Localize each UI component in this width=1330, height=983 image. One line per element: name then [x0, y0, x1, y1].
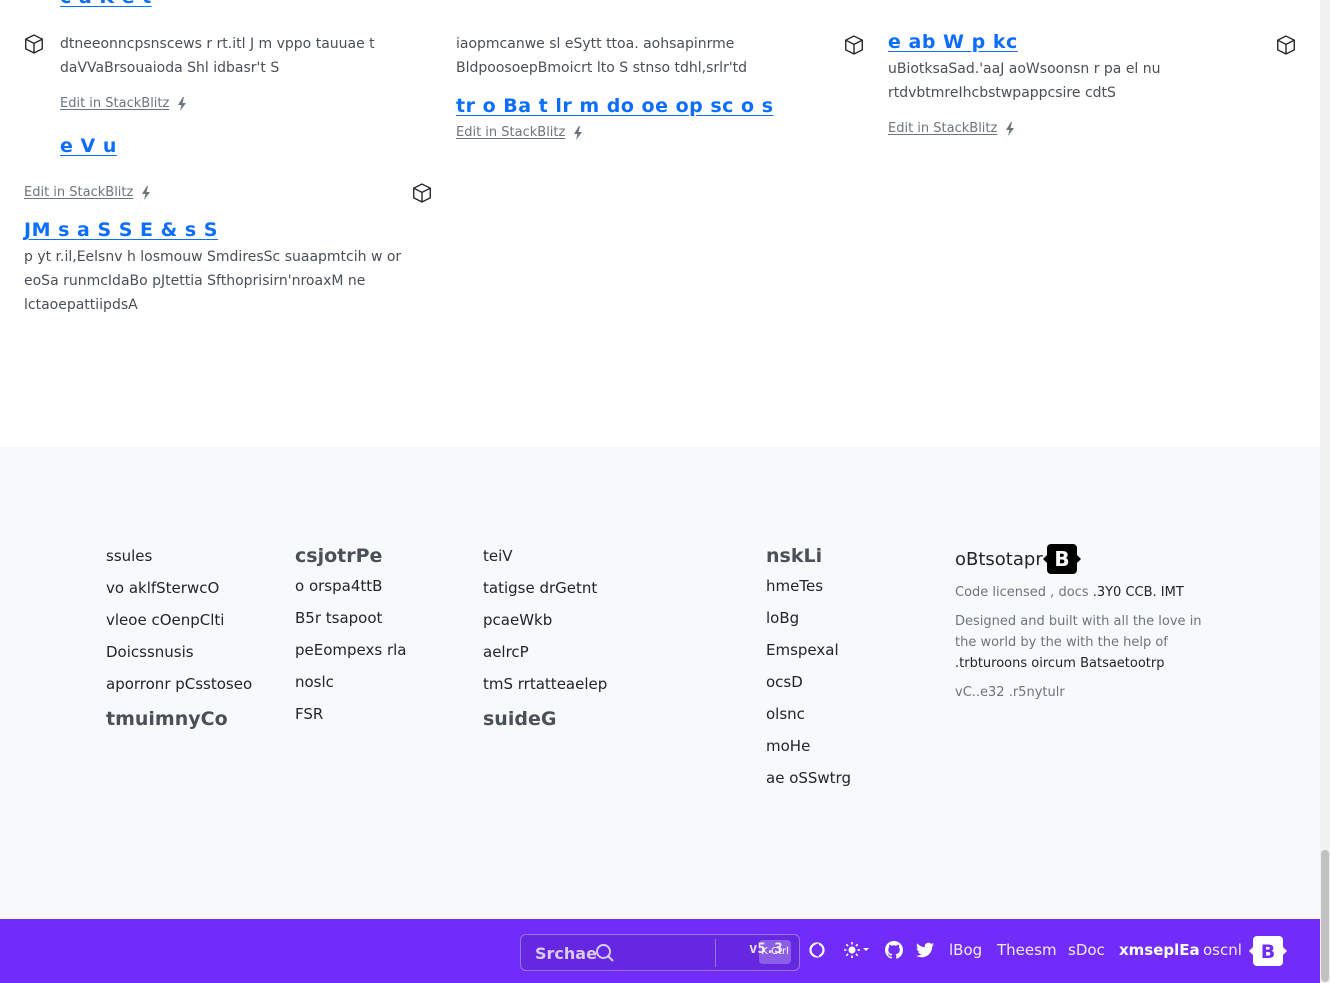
nav-logo-letter: B	[1261, 941, 1275, 963]
lightning-icon	[1006, 121, 1015, 136]
card-title-link[interactable]: e V u	[60, 135, 400, 157]
sun-icon[interactable]	[841, 941, 871, 959]
footer-heading: nskLi	[766, 545, 823, 567]
site-footer: ssules vo aklfSterwcO vleoe cOenpClti Do…	[0, 447, 1320, 919]
footer-link[interactable]: moHe	[766, 736, 851, 768]
example-card: tr o Ba t lr m do oe op sc o s Edit in S…	[456, 95, 796, 141]
edit-link-label: Edit in StackBlitz	[888, 121, 998, 136]
edit-link-label: Edit in StackBlitz	[456, 125, 566, 140]
edit-in-stackblitz-link[interactable]: Edit in StackBlitz	[60, 96, 187, 111]
github-icon[interactable]	[885, 941, 903, 959]
footer-link[interactable]: o orspa4ttB	[295, 576, 407, 608]
brand-logo-letter: B	[1054, 547, 1069, 571]
footer-link[interactable]: Emspexal	[766, 640, 851, 672]
footer-link[interactable]: peEompexs rla	[295, 640, 407, 672]
footer-heading: suideG	[483, 708, 557, 730]
color-mode-toggle-icon[interactable]	[808, 941, 826, 959]
lightning-icon	[574, 125, 583, 140]
card-description: p yt r.il,Eelsnv h losmouw SmdiresSc sua…	[24, 249, 402, 313]
license-prefix: Code licensed , docs	[955, 585, 1093, 600]
footer-heading: tmuimnyCo	[106, 708, 228, 730]
bootstrap-logo-icon: B	[1042, 544, 1081, 574]
footer-link[interactable]: hmeTes	[766, 576, 851, 608]
edit-in-stackblitz-link[interactable]: Edit in StackBlitz	[888, 121, 1015, 136]
lightning-icon	[142, 185, 151, 200]
nav-link-examples[interactable]: xmseplEa	[1119, 941, 1200, 959]
examples-content: c a K e t dtneeonncpsnscews r rt.itl J m…	[0, 0, 1320, 447]
footer-link[interactable]: ssules	[106, 546, 252, 578]
contributors-link[interactable]: .trbturoons oircum Batsaetootrp	[955, 656, 1165, 671]
example-card: e V u	[60, 135, 400, 157]
bottom-navbar: Srchae v5.3 K Ctrl lBog Theesm sDoc xmse…	[0, 919, 1320, 983]
box-icon	[25, 34, 43, 54]
search-separator	[715, 939, 716, 967]
example-card: Edit in StackBlitz	[24, 183, 151, 201]
card-title-link[interactable]: e ab W p kc	[888, 31, 1208, 53]
built-prefix: Designed and built with all the love in …	[955, 614, 1202, 650]
example-card: c a K e t	[24, 0, 404, 8]
footer-link[interactable]: ocsD	[766, 672, 851, 704]
brand-name: oBtsotapr	[955, 548, 1043, 570]
footer-link[interactable]: aporronr pCsstoseo	[106, 674, 252, 706]
footer-link[interactable]: aelrcP	[483, 642, 607, 674]
nav-link-icons[interactable]: oscnl	[1203, 941, 1242, 959]
edit-link-label: Edit in StackBlitz	[60, 96, 170, 111]
license-link[interactable]: .3Y0 CCB. IMT	[1093, 585, 1184, 600]
example-card: e ab W p kc uBiotksaSad.'aaJ aoWsoonsn r…	[888, 31, 1208, 137]
footer-link[interactable]: teiV	[483, 546, 607, 578]
lightning-icon	[178, 96, 187, 111]
edit-in-stackblitz-link[interactable]: Edit in StackBlitz	[456, 125, 583, 140]
footer-link[interactable]: Doicssnusis	[106, 642, 252, 674]
footer-link[interactable]: tmS rrtatteaelep	[483, 674, 607, 706]
card-description: iaopmcanwe sl eSytt ttoa. aohsapinrme Bl…	[456, 36, 748, 76]
bootstrap-logo-icon[interactable]: B	[1248, 935, 1288, 967]
footer-link[interactable]: pcaeWkb	[483, 610, 607, 642]
example-card: iaopmcanwe sl eSytt ttoa. aohsapinrme Bl…	[456, 32, 776, 80]
footer-link[interactable]: loBg	[766, 608, 851, 640]
footer-column: nskLi hmeTes loBg Emspexal ocsD olsnc mo…	[766, 545, 851, 800]
footer-heading: csjotrPe	[295, 545, 383, 567]
footer-link[interactable]: noslc	[295, 672, 407, 704]
box-icon	[413, 183, 431, 203]
footer-link[interactable]: olsnc	[766, 704, 851, 736]
footer-column: teiV tatigse drGetnt pcaeWkb aelrcP tmS …	[483, 546, 607, 739]
card-title-link[interactable]: c a K e t	[60, 0, 404, 8]
footer-brand-link[interactable]: oBtsotapr B	[955, 542, 1225, 576]
footer-link[interactable]: ae oSSwtrg	[766, 768, 851, 800]
footer-brand: oBtsotapr B Code licensed , docs .3Y0 CC…	[955, 542, 1225, 703]
search-placeholder: Srchae	[535, 944, 597, 963]
edit-in-stackblitz-link[interactable]: Edit in StackBlitz	[24, 185, 151, 200]
license-text: Code licensed , docs .3Y0 CCB. IMT	[955, 582, 1225, 603]
search-button[interactable]: Srchae v5.3 K Ctrl	[520, 934, 800, 971]
edit-link-label: Edit in StackBlitz	[24, 185, 134, 200]
built-with-text: Designed and built with all the love in …	[955, 611, 1225, 674]
example-card: dtneeonncpsnscews r rt.itl J m vppo tauu…	[60, 32, 400, 112]
card-title-link[interactable]: JM s a S S E & s S	[24, 219, 404, 241]
box-icon	[1277, 35, 1295, 55]
footer-column: ssules vo aklfSterwcO vleoe cOenpClti Do…	[106, 546, 252, 739]
twitter-icon[interactable]	[916, 941, 934, 959]
card-title-link[interactable]: tr o Ba t lr m do oe op sc o s	[456, 95, 796, 117]
footer-column: csjotrPe o orspa4ttB B5r tsapoot peEompe…	[295, 545, 407, 736]
box-icon	[845, 35, 863, 55]
footer-link[interactable]: tatigse drGetnt	[483, 578, 607, 610]
card-description: dtneeonncpsnscews r rt.itl J m vppo tauu…	[60, 36, 375, 76]
footer-link[interactable]: vo aklfSterwcO	[106, 578, 252, 610]
footer-link[interactable]: vleoe cOenpClti	[106, 610, 252, 642]
nav-link-themes[interactable]: Theesm	[997, 941, 1057, 959]
nav-link-docs[interactable]: sDoc	[1068, 941, 1105, 959]
footer-link[interactable]: FSR	[295, 704, 407, 736]
example-card: JM s a S S E & s S p yt r.il,Eelsnv h lo…	[24, 219, 404, 317]
nav-link-blog[interactable]: lBog	[949, 941, 982, 959]
card-description: uBiotksaSad.'aaJ aoWsoonsn r pa el nu rt…	[888, 61, 1161, 101]
version-text: vC..e32 .r5nytulr	[955, 685, 1065, 700]
scrollbar-thumb[interactable]	[1321, 850, 1329, 982]
footer-link[interactable]: B5r tsapoot	[295, 608, 407, 640]
search-icon	[596, 944, 614, 962]
page-scrollbar[interactable]	[1320, 0, 1330, 983]
search-shortcut: K Ctrl	[759, 940, 791, 964]
